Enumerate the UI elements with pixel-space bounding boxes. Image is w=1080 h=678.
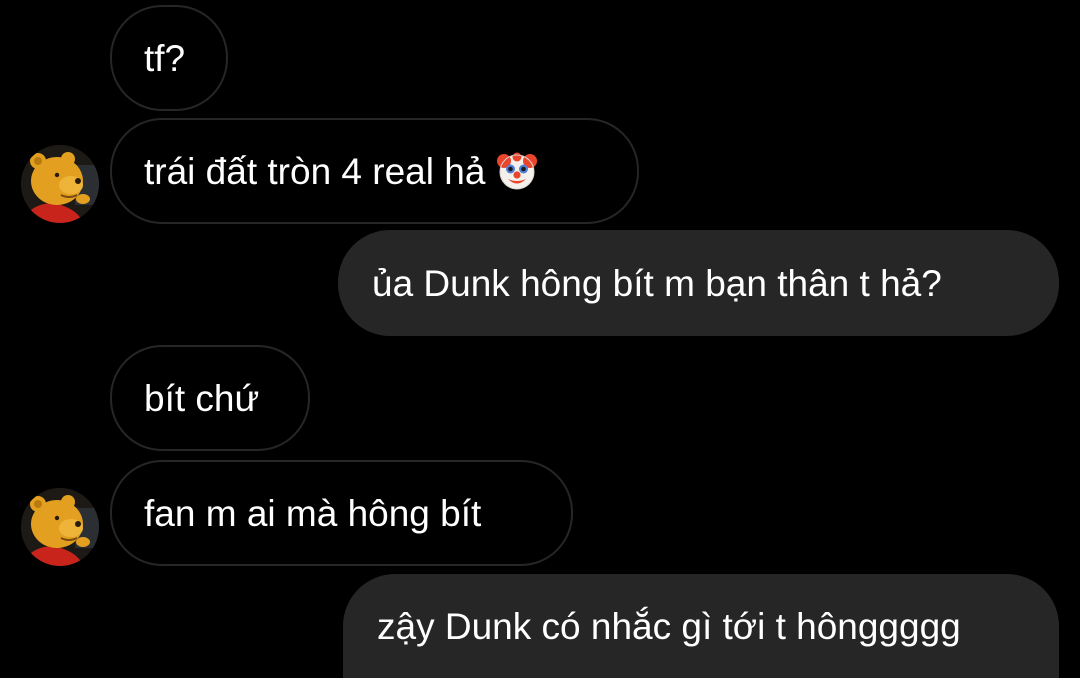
- outgoing-message-bubble[interactable]: ủa Dunk hông bít m bạn thân t hả?: [338, 230, 1059, 336]
- incoming-message-bubble[interactable]: bít chứ: [110, 345, 310, 451]
- incoming-message-bubble[interactable]: trái đất tròn 4 real hả: [110, 118, 639, 224]
- chat-thread: tf? trái đất tròn 4 real hả ủa Dunk hông…: [0, 0, 1080, 678]
- message-text: bít chứ: [144, 377, 260, 419]
- outgoing-message-bubble[interactable]: zậy Dunk có nhắc gì tới t hônggggg: [343, 574, 1059, 678]
- message-text: fan m ai mà hông bít: [144, 492, 482, 534]
- message-text: tf?: [144, 37, 186, 79]
- contact-avatar[interactable]: [21, 145, 99, 223]
- clown-face-emoji-icon: [497, 151, 538, 191]
- message-text: zậy Dunk có nhắc gì tới t hônggggg: [377, 605, 961, 647]
- incoming-message-bubble[interactable]: fan m ai mà hông bít: [110, 460, 573, 566]
- contact-avatar[interactable]: [21, 488, 99, 566]
- incoming-message-bubble[interactable]: tf?: [110, 5, 228, 111]
- message-text: ủa Dunk hông bít m bạn thân t hả?: [372, 262, 942, 304]
- winnie-the-pooh-avatar-icon: [21, 488, 99, 566]
- winnie-the-pooh-avatar-icon: [21, 145, 99, 223]
- message-text: trái đất tròn 4 real hả: [144, 150, 486, 192]
